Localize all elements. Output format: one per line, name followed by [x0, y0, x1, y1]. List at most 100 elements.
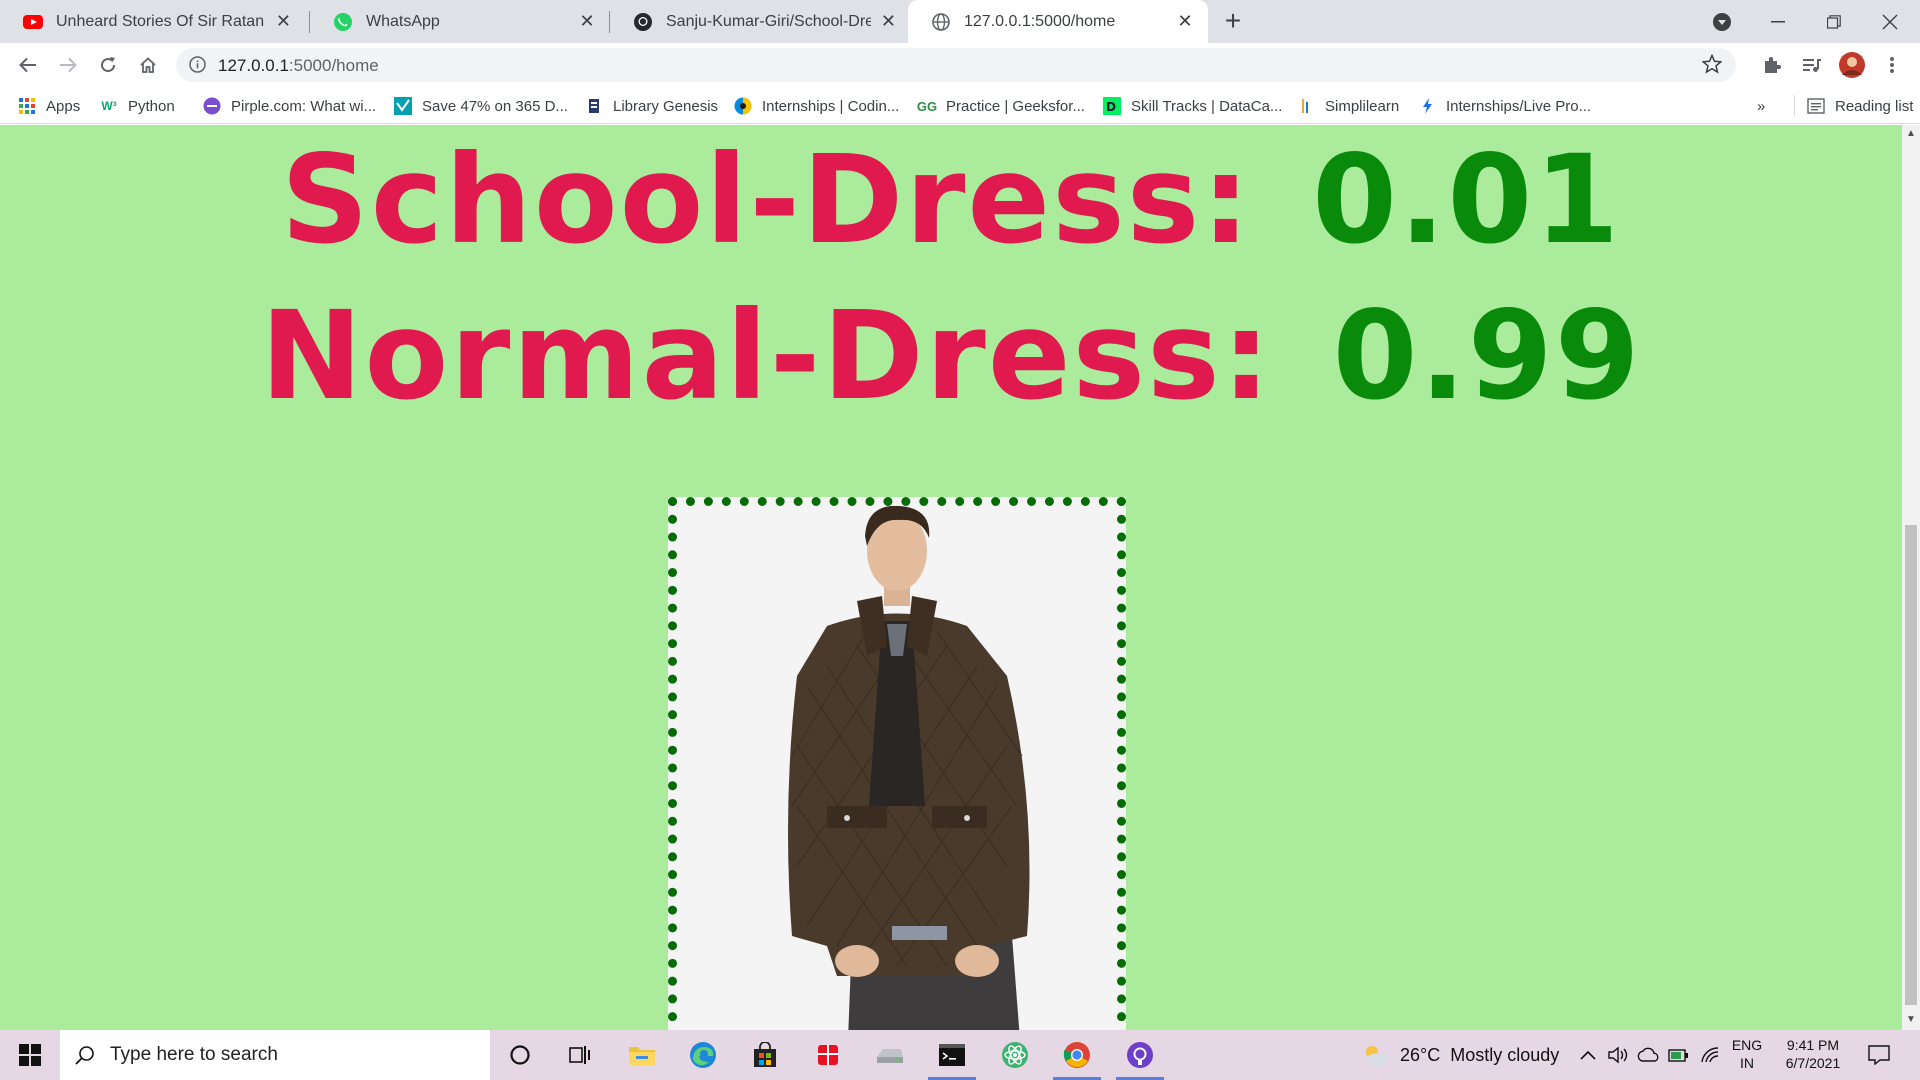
search-icon: [60, 1045, 110, 1065]
bookmark-apps[interactable]: Apps: [18, 95, 80, 117]
action-center-button[interactable]: [1868, 1030, 1890, 1080]
clock[interactable]: 9:41 PM 6/7/2021: [1778, 1036, 1848, 1072]
battery-button[interactable]: [1668, 1030, 1690, 1080]
start-button[interactable]: [0, 1030, 60, 1080]
bookmark-internshala[interactable]: Internships | Codin...: [734, 95, 899, 117]
close-icon[interactable]: ✕: [274, 11, 293, 33]
chrome-browser-icon[interactable]: [1047, 1030, 1107, 1080]
gift-app-icon[interactable]: [798, 1030, 858, 1080]
reload-button[interactable]: [92, 49, 124, 81]
bookmark-label: Pirple.com: What wi...: [231, 97, 377, 115]
tab-title: 127.0.0.1:5000/home: [964, 12, 1116, 30]
bookmark-geeksforgeeks[interactable]: GG Practice | Geeksfor...: [917, 95, 1085, 117]
extensions-button[interactable]: [1756, 49, 1788, 81]
bookmark-library-genesis[interactable]: Library Genesis: [585, 95, 718, 117]
bookmark-internships-live[interactable]: Internships/Live Pro...: [1418, 95, 1591, 117]
bookmark-datacamp-save[interactable]: Save 47% on 365 D...: [394, 95, 568, 117]
scroll-down-arrow-icon[interactable]: ▼: [1906, 1015, 1916, 1025]
puzzle-icon: [1765, 57, 1781, 73]
close-icon[interactable]: ✕: [879, 11, 898, 33]
tab-github[interactable]: Sanju-Kumar-Giri/School-Dress-\ ✕: [610, 0, 910, 43]
bookmark-datacamp-skill[interactable]: D Skill Tracks | DataCa...: [1103, 95, 1282, 117]
terminal-app-icon[interactable]: [922, 1030, 982, 1080]
bookmark-simplilearn[interactable]: Simplilearn: [1297, 95, 1399, 117]
apps-grid-icon: [18, 97, 36, 115]
pirple-icon: [203, 97, 221, 115]
globe-icon: [930, 11, 952, 33]
page-scrollbar[interactable]: ▲ ▼: [1902, 125, 1920, 1030]
speaker-icon: [1608, 1046, 1628, 1064]
bookmark-label: Internships | Codin...: [762, 97, 900, 115]
cloud-sync-icon: [1637, 1047, 1659, 1062]
restore-button[interactable]: [1806, 0, 1862, 43]
close-icon[interactable]: ✕: [1174, 11, 1196, 33]
bookmarks-overflow-button[interactable]: »: [1757, 95, 1765, 117]
new-tab-button[interactable]: +: [1219, 7, 1247, 36]
close-icon[interactable]: ✕: [576, 11, 598, 33]
partly-cloudy-icon: [1366, 1046, 1389, 1065]
show-hidden-icons-button[interactable]: [1580, 1030, 1596, 1080]
restore-icon: [1827, 14, 1841, 29]
clock-time: 9:41 PM: [1786, 1037, 1840, 1053]
github-desktop-icon[interactable]: [1110, 1030, 1170, 1080]
minimize-icon: [1771, 20, 1785, 22]
bookmark-python[interactable]: W³ Python: [100, 95, 175, 117]
internshala-icon: [734, 97, 752, 115]
cortana-button[interactable]: [490, 1030, 550, 1080]
taskbar-search-box[interactable]: Type here to search: [60, 1030, 490, 1080]
chevron-down-circle-icon: [1713, 12, 1731, 31]
prediction-value: 0.01: [1312, 129, 1622, 271]
file-explorer-icon[interactable]: [612, 1030, 672, 1080]
prediction-label: School-Dress:: [280, 129, 1253, 271]
hard-drive-icon[interactable]: [860, 1030, 920, 1080]
onedrive-button[interactable]: [1637, 1030, 1661, 1080]
weather-widget[interactable]: 26°C Mostly cloudy: [1362, 1030, 1559, 1080]
home-button[interactable]: [132, 49, 164, 81]
avatar-icon: [1839, 52, 1865, 78]
playlist-icon: [1803, 59, 1821, 72]
back-button[interactable]: [12, 49, 44, 81]
kebab-menu-icon: [1890, 57, 1894, 73]
browser-toolbar: 127.0.0.1:5000/home: [0, 43, 1920, 87]
normal-dress-prediction: Normal-Dress: 0.99: [0, 285, 1902, 427]
bookmark-label: Skill Tracks | DataCa...: [1131, 97, 1283, 115]
page-viewport: School-Dress: 0.01 Normal-Dress: 0.99: [0, 125, 1902, 1030]
prediction-label: Normal-Dress:: [260, 285, 1273, 427]
close-window-button[interactable]: [1862, 0, 1918, 43]
reading-list-button[interactable]: Reading list: [1794, 95, 1913, 117]
bookmark-star-icon[interactable]: [1701, 53, 1723, 79]
scroll-up-arrow-icon[interactable]: ▲: [1906, 129, 1916, 139]
microsoft-store-icon[interactable]: [735, 1030, 795, 1080]
tab-localhost[interactable]: 127.0.0.1:5000/home ✕: [908, 0, 1208, 43]
task-view-button[interactable]: [550, 1030, 610, 1080]
url-text: 127.0.0.1:5000/home: [218, 56, 379, 76]
tab-whatsapp[interactable]: WhatsApp ✕: [310, 0, 610, 43]
bookmark-label: Practice | Geeksfor...: [946, 97, 1085, 115]
forward-button[interactable]: [52, 49, 84, 81]
bookmark-label: Library Genesis: [613, 97, 719, 115]
tab-youtube[interactable]: Unheard Stories Of Sir Ratan Tata ✕: [0, 0, 305, 43]
clock-date: 6/7/2021: [1785, 1055, 1841, 1071]
address-bar[interactable]: 127.0.0.1:5000/home: [176, 48, 1736, 82]
edge-browser-icon[interactable]: [673, 1030, 733, 1080]
wifi-button[interactable]: [1700, 1030, 1722, 1080]
chevron-double-right-icon: »: [1757, 97, 1766, 115]
svg-text:D: D: [1106, 100, 1116, 114]
info-icon[interactable]: [189, 56, 206, 78]
tab-strip: Unheard Stories Of Sir Ratan Tata ✕ What…: [0, 0, 1920, 43]
minimize-button[interactable]: [1750, 0, 1806, 43]
w3schools-icon: W³: [101, 99, 117, 113]
tab-search-button[interactable]: [1694, 0, 1750, 43]
profile-avatar[interactable]: [1836, 49, 1868, 81]
language-indicator[interactable]: ENG IN: [1728, 1036, 1766, 1072]
menu-button[interactable]: [1876, 49, 1908, 81]
media-control-button[interactable]: [1796, 49, 1828, 81]
atom-editor-icon[interactable]: [985, 1030, 1045, 1080]
tab-title: Sanju-Kumar-Giri/School-Dress-\: [666, 12, 871, 30]
volume-button[interactable]: [1608, 1030, 1630, 1080]
windows-taskbar: Type here to search 26°C Mostly cloudy E…: [0, 1030, 1920, 1080]
scroll-thumb[interactable]: [1905, 525, 1917, 1005]
task-view-icon: [569, 1046, 590, 1064]
bookmark-pirple[interactable]: Pirple.com: What wi...: [203, 95, 376, 117]
bookmark-label: Python: [128, 97, 175, 115]
